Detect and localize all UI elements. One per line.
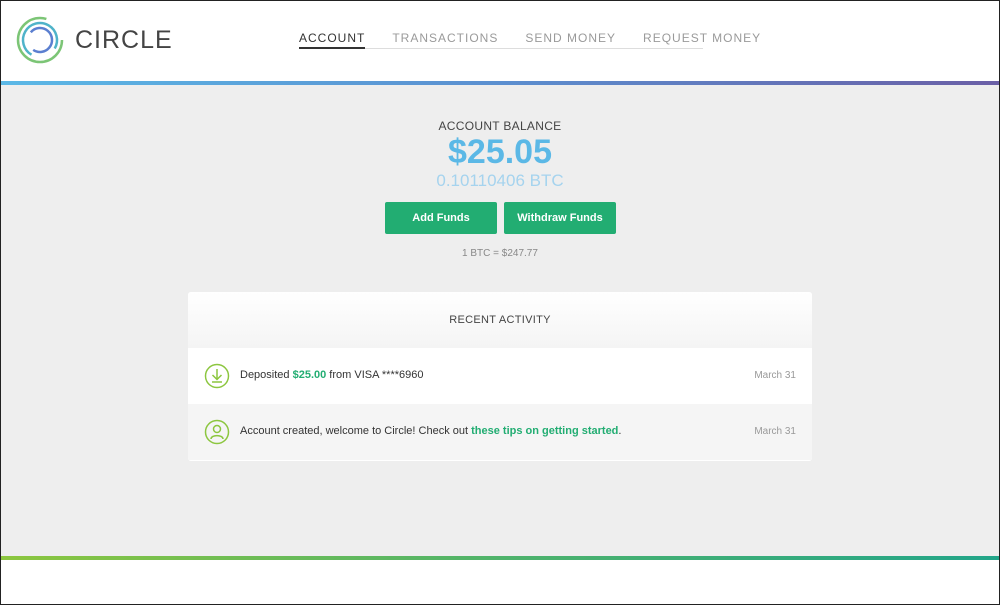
download-icon: [204, 363, 230, 389]
balance-label: ACCOUNT BALANCE: [438, 119, 562, 133]
nav-send-money[interactable]: SEND MONEY: [525, 31, 616, 49]
recent-activity-card: RECENT ACTIVITY Deposited $25.00 from VI…: [188, 292, 812, 461]
activity-row: Account created, welcome to Circle! Chec…: [188, 404, 812, 460]
footer: [1, 560, 999, 604]
nav-request-money[interactable]: REQUEST MONEY: [643, 31, 761, 49]
main-nav: ACCOUNT TRANSACTIONS SEND MONEY REQUEST …: [299, 31, 760, 49]
deposit-amount: $25.00: [292, 369, 327, 381]
activity-text-prefix: Deposited: [240, 369, 293, 381]
nav-transactions[interactable]: TRANSACTIONS: [392, 31, 498, 49]
logo[interactable]: CIRCLE: [15, 15, 173, 65]
activity-row: Deposited $25.00 from VISA ****6960 Marc…: [188, 348, 812, 404]
activity-date: March 31: [754, 426, 796, 437]
exchange-rate: 1 BTC = $247.77: [462, 248, 538, 259]
brand-name: CIRCLE: [75, 25, 173, 54]
activity-text-suffix: .: [618, 425, 622, 437]
add-funds-button[interactable]: Add Funds: [385, 202, 497, 234]
activity-text: Deposited $25.00 from VISA ****6960: [240, 369, 423, 381]
activity-date: March 31: [754, 370, 796, 381]
recent-activity-title: RECENT ACTIVITY: [188, 292, 812, 348]
circle-logo-icon: [16, 16, 64, 64]
activity-text-prefix: Account created, welcome to Circle! Chec…: [240, 425, 472, 437]
main-content: ACCOUNT BALANCE $25.05 0.10110406 BTC Ad…: [1, 85, 999, 556]
activity-text: Account created, welcome to Circle! Chec…: [240, 425, 621, 437]
app-window: CIRCLE ACCOUNT TRANSACTIONS SEND MONEY R…: [0, 0, 1000, 605]
balance-usd: $25.05: [448, 133, 552, 171]
activity-text-suffix: from VISA ****6960: [326, 369, 424, 381]
header: CIRCLE ACCOUNT TRANSACTIONS SEND MONEY R…: [1, 1, 999, 81]
user-icon: [204, 419, 230, 445]
balance-btc: 0.10110406 BTC: [436, 171, 564, 190]
getting-started-link[interactable]: these tips on getting started: [471, 425, 618, 437]
nav-account[interactable]: ACCOUNT: [299, 31, 366, 49]
withdraw-funds-button[interactable]: Withdraw Funds: [504, 202, 616, 234]
